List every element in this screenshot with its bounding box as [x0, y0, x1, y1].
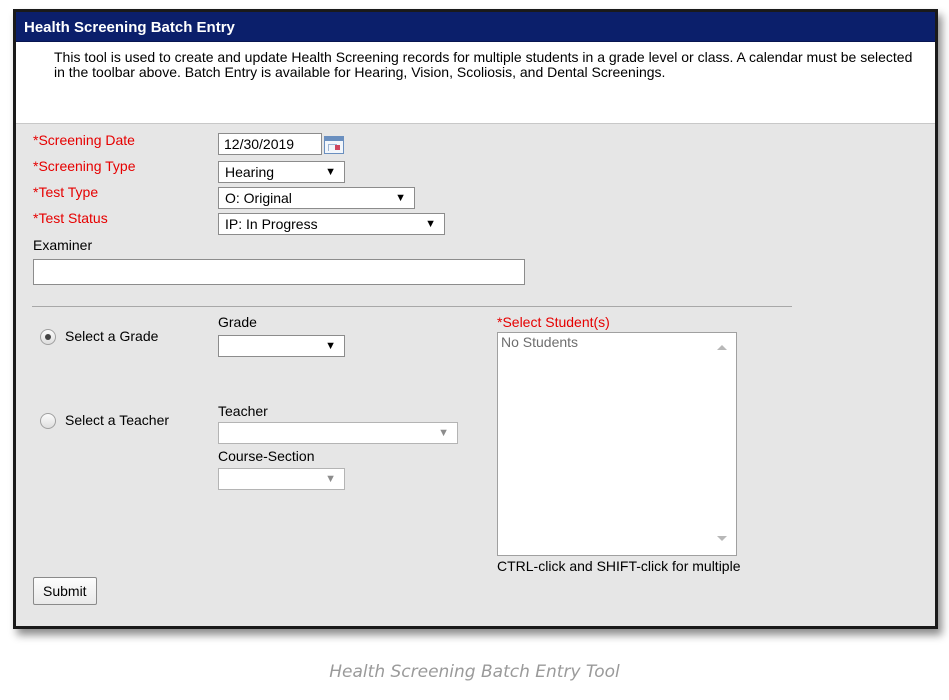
figure-caption: Health Screening Batch Entry Tool	[329, 662, 620, 682]
chevron-down-icon: ▼	[325, 473, 336, 485]
screening-date-label: *Screening Date	[33, 132, 135, 148]
teacher-select[interactable]: ▼	[218, 422, 458, 444]
scroll-up-icon[interactable]	[717, 345, 727, 350]
screening-type-label: *Screening Type	[33, 158, 136, 174]
chevron-down-icon: ▼	[438, 427, 449, 439]
list-item: No Students	[501, 334, 579, 350]
teacher-label: Teacher	[218, 403, 268, 419]
students-listbox[interactable]: No Students	[497, 332, 737, 556]
examiner-label: Examiner	[33, 237, 93, 253]
test-type-label: *Test Type	[33, 184, 99, 200]
calendar-icon[interactable]	[324, 136, 344, 154]
header-bar: Health Screening Batch Entry	[16, 12, 935, 42]
chevron-down-icon: ▼	[325, 166, 336, 178]
page-title: Health Screening Batch Entry	[24, 19, 235, 36]
screening-type-select[interactable]: Hearing ▼	[218, 161, 345, 183]
radio-selected-dot	[45, 334, 51, 340]
select-grade-label: Select a Grade	[65, 328, 159, 344]
chevron-down-icon: ▼	[395, 192, 406, 204]
chevron-down-icon: ▼	[325, 340, 336, 352]
select-teacher-label: Select a Teacher	[65, 412, 170, 428]
select-grade-radio[interactable]	[40, 329, 56, 345]
examiner-input[interactable]	[33, 259, 525, 285]
batch-entry-window: Health Screening Batch Entry This tool i…	[13, 9, 938, 629]
course-section-select[interactable]: ▼	[218, 468, 345, 490]
screening-type-value: Hearing	[225, 164, 275, 180]
test-type-select[interactable]: O: Original ▼	[218, 187, 415, 209]
scroll-down-icon[interactable]	[717, 536, 727, 541]
grade-select[interactable]: ▼	[218, 335, 345, 357]
submit-button[interactable]: Submit	[33, 577, 97, 605]
chevron-down-icon: ▼	[425, 218, 436, 230]
test-status-value: IP: In Progress	[225, 216, 318, 232]
multi-select-hint: CTRL-click and SHIFT-click for multiple	[497, 558, 741, 574]
test-type-value: O: Original	[225, 190, 292, 206]
grade-label: Grade	[218, 314, 257, 330]
section-divider	[32, 306, 792, 307]
test-status-select[interactable]: IP: In Progress ▼	[218, 213, 445, 235]
test-status-label: *Test Status	[33, 210, 108, 226]
select-students-label: *Select Student(s)	[497, 314, 610, 330]
screening-date-input[interactable]: 12/30/2019	[218, 133, 322, 155]
tool-description: This tool is used to create and update H…	[16, 42, 935, 124]
select-teacher-radio[interactable]	[40, 413, 56, 429]
course-section-label: Course-Section	[218, 448, 315, 464]
